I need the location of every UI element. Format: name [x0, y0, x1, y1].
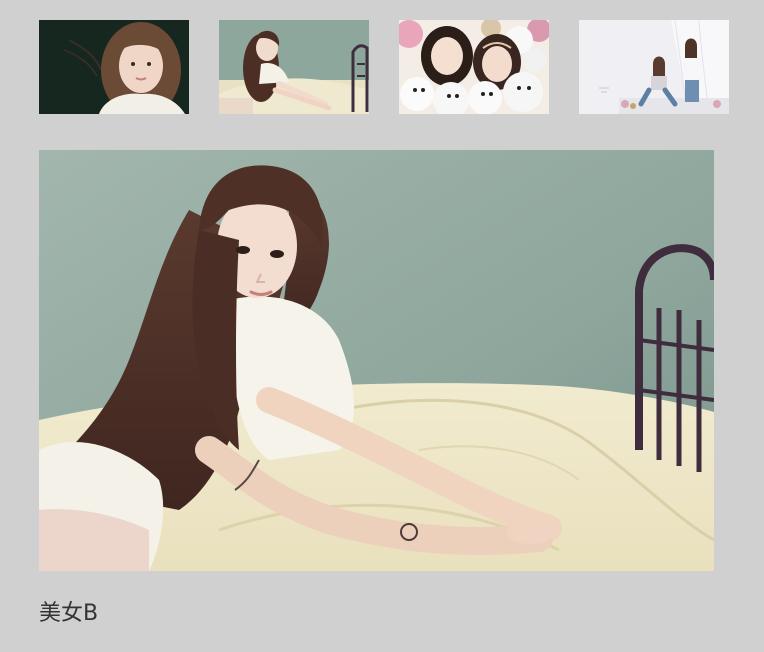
thumbnail-3[interactable] — [399, 20, 549, 114]
thumbnail-4[interactable] — [579, 20, 729, 114]
thumbnail-2[interactable] — [219, 20, 369, 114]
thumbnail-1-image — [39, 20, 189, 114]
thumbnail-3-image — [399, 20, 549, 114]
thumbnail-1[interactable] — [39, 20, 189, 114]
main-photo-image — [39, 150, 714, 571]
thumbnail-strip — [39, 20, 729, 114]
thumbnail-2-image — [219, 20, 369, 114]
main-photo — [39, 150, 714, 571]
image-caption: 美女B — [39, 601, 99, 626]
thumbnail-4-image — [579, 20, 729, 114]
